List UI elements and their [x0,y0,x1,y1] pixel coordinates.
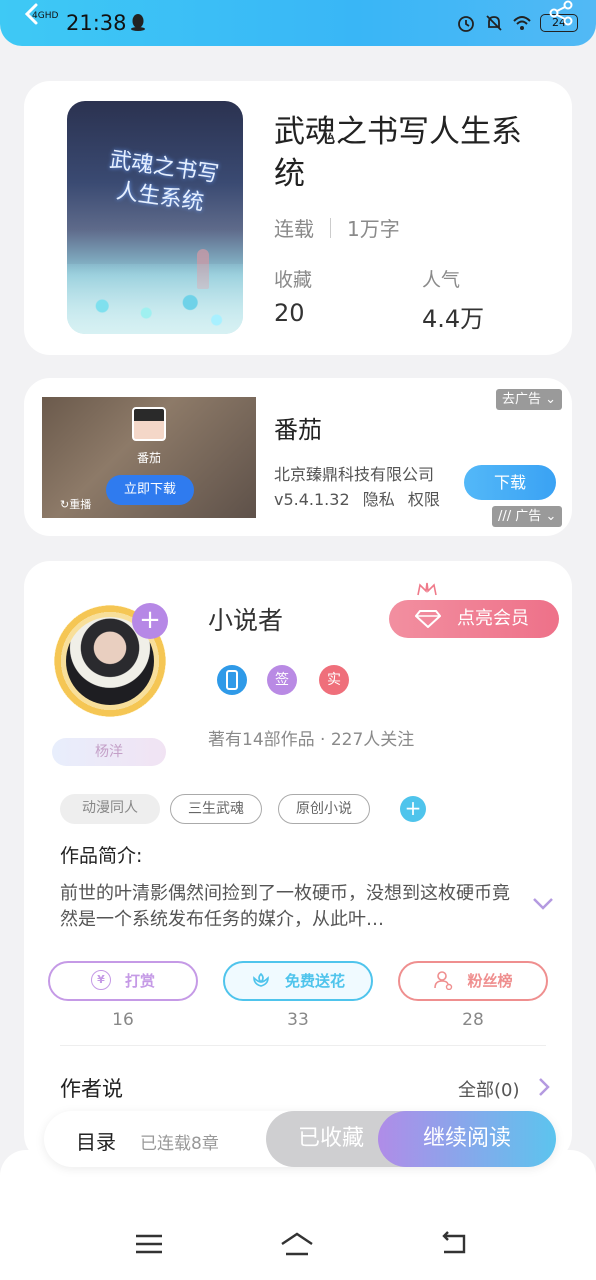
vip-button[interactable]: 点亮会员 [389,600,559,638]
popularity-value: 4.4万 [422,305,485,333]
reading-action-bar: 目录 已连载8章 已收藏 继续阅读 [44,1111,556,1167]
ad-video-download-button[interactable]: 立即下载 [106,475,194,505]
reward-label: 打赏 [124,972,155,990]
ad-privacy-link[interactable]: 隐私 [363,490,395,509]
author-says-all-link[interactable]: 全部(0) [458,1076,520,1102]
author-tag-name: 杨洋 [52,738,166,766]
favorites-label: 收藏 [274,269,313,291]
word-count: 1万字 [347,217,400,241]
replay-label: 重播 [69,498,92,511]
collected-label: 已收藏 [297,1126,364,1151]
qq-notification-icon [131,14,145,31]
author-intro-card: + 杨洋 小说者 点亮会员 签 实 著有14部作品 · 227人关注 动漫同人 … [24,561,572,1161]
chevron-down-icon[interactable] [532,897,554,911]
phone-verified-badge-icon[interactable] [217,665,247,695]
ad-company: 北京臻鼎科技有限公司 [274,465,435,484]
replay-icon: ↻ [60,498,70,511]
fan-rank-count: 28 [462,1010,484,1030]
author-says-heading: 作者说 [60,1077,123,1101]
author-stats: 著有14部作品 · 227人关注 [208,730,415,750]
author-name[interactable]: 小说者 [208,601,283,637]
navigation-bar [0,1150,596,1280]
ad-app-name: 番茄 [274,416,322,444]
network-indicator: 4GHD [32,11,59,21]
menu-icon[interactable] [132,1230,166,1258]
serial-status: 连载 [274,217,314,241]
ad-version-row: v5.4.1.32 隐私 权限 [274,486,448,510]
reward-count: 16 [112,1010,134,1030]
ad-video[interactable]: 番茄 立即下载 ↻重播 [42,397,256,518]
follow-plus-button[interactable]: + [132,603,168,639]
mute-icon [486,15,502,31]
user-icon [434,971,453,990]
send-flower-label: 免费送花 [284,972,345,990]
clock: 21:38 [66,11,127,35]
ad-video-app-name: 番茄 [136,451,161,465]
chevron-right-icon[interactable] [538,1077,550,1097]
book-cover[interactable]: 武魂之书写人生系统 [67,101,243,334]
signed-badge[interactable]: 签 [267,665,297,695]
ad-card[interactable]: 番茄 立即下载 ↻重播 番茄 北京臻鼎科技有限公司 v5.4.1.32 隐私 权… [24,378,572,536]
tag-chip[interactable]: 原创小说 [278,794,370,824]
intro-heading: 作品简介: [60,845,143,867]
ad-label: 广告 [515,509,542,524]
intro-text[interactable]: 前世的叶清影偶然间捡到了一枚硬币，没想到这枚硬币竟然是一个系统发布任务的媒介，从… [60,881,520,933]
diamond-icon [415,610,441,628]
popularity-label: 人气 [422,269,461,291]
status-bar: 4GHD 21:38 24 [0,0,596,46]
ad-replay-button[interactable]: ↻重播 [60,496,91,512]
share-icon[interactable] [546,0,576,26]
book-meta: 连载 1万字 [274,213,400,242]
remove-ad-label: 去广告 [502,392,542,407]
meta-divider [330,217,331,238]
continue-reading-button[interactable]: 继续阅读 [378,1111,556,1167]
chevron-down-icon: ⌄ [545,509,557,524]
ad-version: v5.4.1.32 [274,490,350,509]
fan-rank-label: 粉丝榜 [467,972,513,990]
coin-icon: ¥ [90,970,111,990]
tag-chip[interactable]: 三生武魂 [170,794,262,824]
ad-network-logo-icon: /// [498,509,512,524]
flower-count: 33 [287,1010,309,1030]
ad-app-avatar [132,407,166,441]
book-info-card: 武魂之书写人生系统 武魂之书写人生系统 连载 1万字 收藏 20 人气 4.4万 [24,81,572,355]
realname-badge[interactable]: 实 [319,665,349,695]
divider [60,1045,546,1046]
toc-button[interactable]: 目录 [76,1126,116,1155]
ad-label-badge[interactable]: /// 广告 ⌄ [492,506,563,527]
wifi-icon [513,16,531,30]
tag-chip[interactable]: 动漫同人 [60,794,160,824]
cover-title-art: 武魂之书写人生系统 [107,147,221,216]
book-title: 武魂之书写人生系统 [274,114,522,192]
back-icon[interactable] [436,1230,470,1258]
ad-permissions-link[interactable]: 权限 [408,490,440,509]
cover-flowers [67,264,243,334]
send-flower-button[interactable]: 免费送花 [223,961,373,1001]
fan-rank-button[interactable]: 粉丝榜 [398,961,548,1001]
chevron-down-icon: ⌄ [545,392,557,407]
vip-label: 点亮会员 [457,608,529,629]
add-tag-button[interactable]: + [400,796,426,822]
ad-download-button[interactable]: 下载 [464,465,556,500]
crown-icon [417,582,437,596]
flower-icon [253,972,269,987]
reward-button[interactable]: ¥ 打赏 [48,961,198,1001]
alarm-icon [458,16,474,32]
remove-ad-button[interactable]: 去广告 ⌄ [496,389,563,410]
favorites-value: 20 [274,299,305,327]
home-icon[interactable] [280,1230,314,1258]
chapter-progress[interactable]: 已连载8章 [140,1129,219,1154]
